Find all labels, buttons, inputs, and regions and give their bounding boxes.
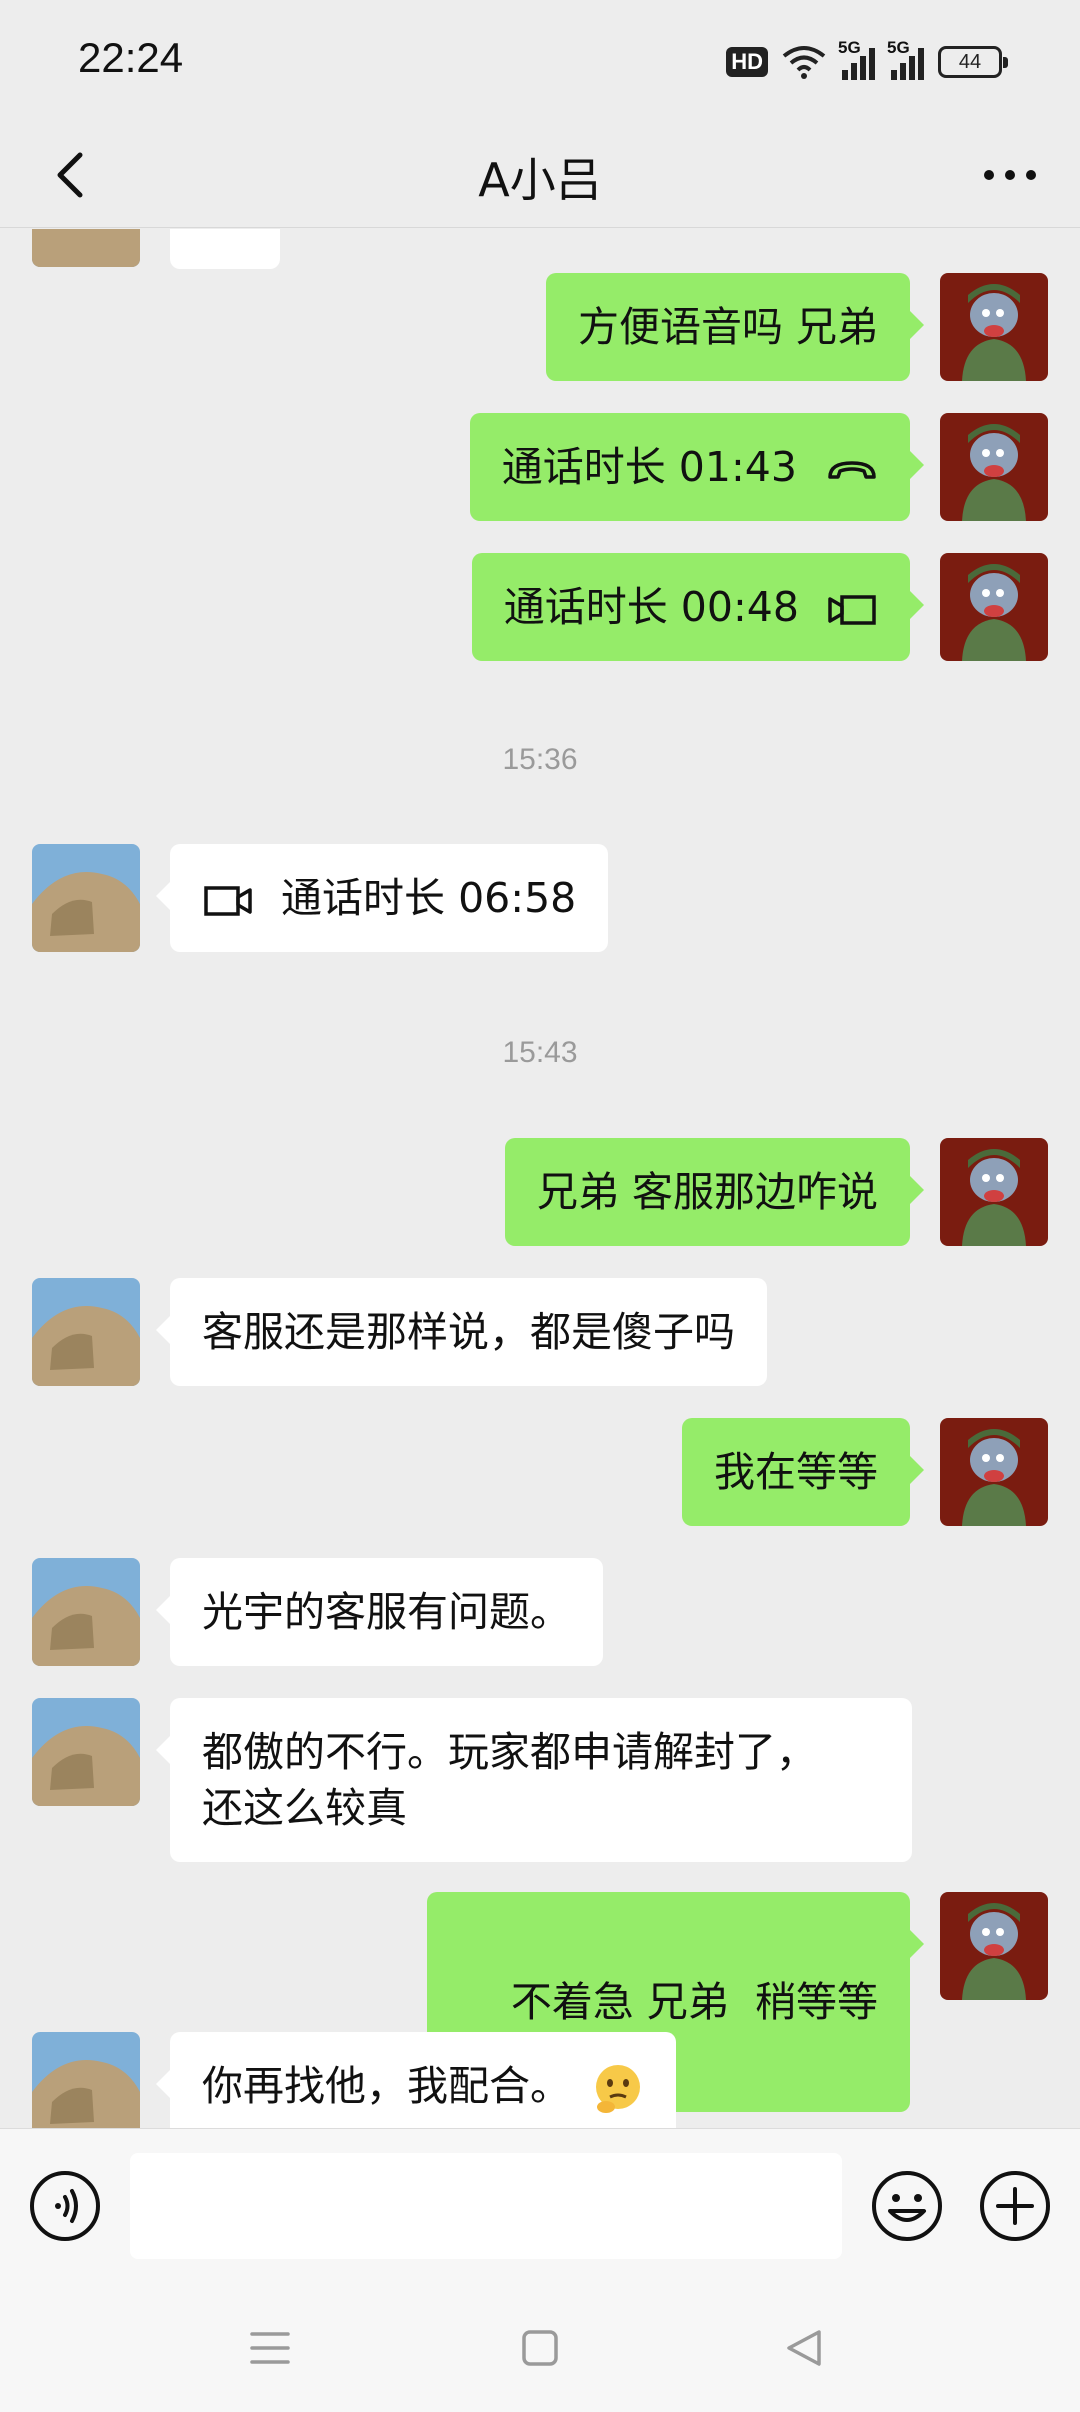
my-avatar[interactable]: [940, 553, 1048, 661]
status-bar: 22:24 HD 5G 5G 44: [0, 0, 1080, 120]
call-record-bubble[interactable]: 通话时长 00:48: [471, 553, 925, 661]
smiley-icon: [872, 2171, 942, 2241]
input-bar: [0, 2128, 1080, 2288]
network-label-1: 5G: [838, 38, 861, 57]
message-text: 你再找他，我配合。: [202, 2062, 571, 2110]
message-text: 客服还是那样说，都是傻子吗: [202, 1308, 735, 1356]
plus-icon: [980, 2171, 1050, 2241]
network-label-2: 5G: [887, 38, 910, 57]
message-bubble-outgoing[interactable]: 方便语音吗 兄弟: [545, 273, 925, 381]
message-text-line-2: 还这么较真: [202, 1784, 407, 1832]
status-icons: HD 5G 5G 44: [726, 38, 1008, 84]
home-button[interactable]: [510, 2318, 570, 2378]
battery-level: 44: [958, 50, 982, 73]
my-avatar[interactable]: [940, 413, 1048, 521]
my-avatar[interactable]: [940, 273, 1048, 381]
call-record-bubble[interactable]: 通话时长 06:58: [155, 844, 609, 952]
message-text: 兄弟 客服那边咋说: [536, 1168, 878, 1216]
more-button[interactable]: [970, 140, 1050, 210]
signal-icon-2: 5G: [887, 38, 924, 80]
menu-icon: [250, 2332, 290, 2364]
more-functions-button[interactable]: [978, 2169, 1052, 2243]
wifi-icon: [782, 46, 826, 79]
signal-icon-1: 5G: [838, 38, 875, 80]
message-bubble-incoming[interactable]: 都傲的不行。玩家都申请解封了， 还这么较真: [156, 1698, 912, 1862]
contact-avatar[interactable]: [32, 1278, 140, 1386]
message-timestamp: 15:43: [502, 1036, 578, 1069]
contact-avatar[interactable]: [32, 844, 140, 952]
recent-apps-button[interactable]: [240, 2318, 300, 2378]
contact-avatar[interactable]: [32, 229, 140, 267]
system-nav-bar: [0, 2288, 1080, 2412]
video-call-icon: [828, 595, 876, 625]
message-bubble-incoming[interactable]: 光宇的客服有问题。: [156, 1558, 603, 1666]
my-avatar[interactable]: [940, 1892, 1048, 2000]
message-text: 通话时长 00:48: [503, 583, 799, 631]
home-icon: [522, 2330, 558, 2366]
back-triangle-icon: [787, 2330, 821, 2366]
video-call-icon: [204, 886, 252, 916]
more-icon: [984, 170, 1036, 180]
voice-icon: [30, 2171, 100, 2241]
contact-avatar[interactable]: [32, 2032, 140, 2128]
message-timestamp: 15:36: [502, 743, 578, 776]
message-bubble-outgoing[interactable]: 我在等等: [682, 1418, 924, 1526]
battery-icon: 44: [938, 46, 1008, 78]
voice-button[interactable]: [28, 2169, 102, 2243]
message-input[interactable]: [130, 2153, 842, 2259]
partial-incoming-bubble[interactable]: [170, 229, 280, 269]
status-time: 22:24: [78, 34, 184, 81]
message-text: 通话时长 01:43: [501, 443, 797, 491]
chat-header: A小吕: [0, 120, 1080, 228]
message-text: 方便语音吗 兄弟: [577, 303, 878, 351]
phone-hangup-icon: [828, 461, 876, 479]
contact-avatar[interactable]: [32, 1558, 140, 1666]
chat-title: A小吕: [478, 153, 602, 207]
message-text: 通话时长 06:58: [281, 874, 577, 922]
message-bubble-incoming[interactable]: 客服还是那样说，都是傻子吗: [156, 1278, 767, 1386]
message-bubble-incoming[interactable]: 你再找他，我配合。: [155, 2032, 677, 2128]
message-bubble-outgoing[interactable]: 兄弟 客服那边咋说: [504, 1138, 925, 1246]
hd-badge: HD: [726, 47, 768, 77]
system-back-button[interactable]: [775, 2318, 835, 2378]
emoji-button[interactable]: [870, 2169, 944, 2243]
message-text: 不着急 兄弟 稍等等: [510, 1978, 878, 2026]
message-text: 我在等等: [714, 1448, 878, 1496]
my-avatar[interactable]: [940, 1418, 1048, 1526]
message-text-line-1: 都傲的不行。玩家都申请解封了，: [202, 1728, 817, 1776]
thinking-face-emoji: [596, 2065, 641, 2113]
chat-area[interactable]: 方便语音吗 兄弟 通话时长 01:43 通话时长 00:48 15:36 通话时…: [0, 229, 1080, 2128]
my-avatar[interactable]: [940, 1138, 1048, 1246]
contact-avatar[interactable]: [32, 1698, 140, 1806]
message-text: 光宇的客服有问题。: [202, 1588, 571, 1636]
call-record-bubble[interactable]: 通话时长 01:43: [469, 413, 925, 521]
